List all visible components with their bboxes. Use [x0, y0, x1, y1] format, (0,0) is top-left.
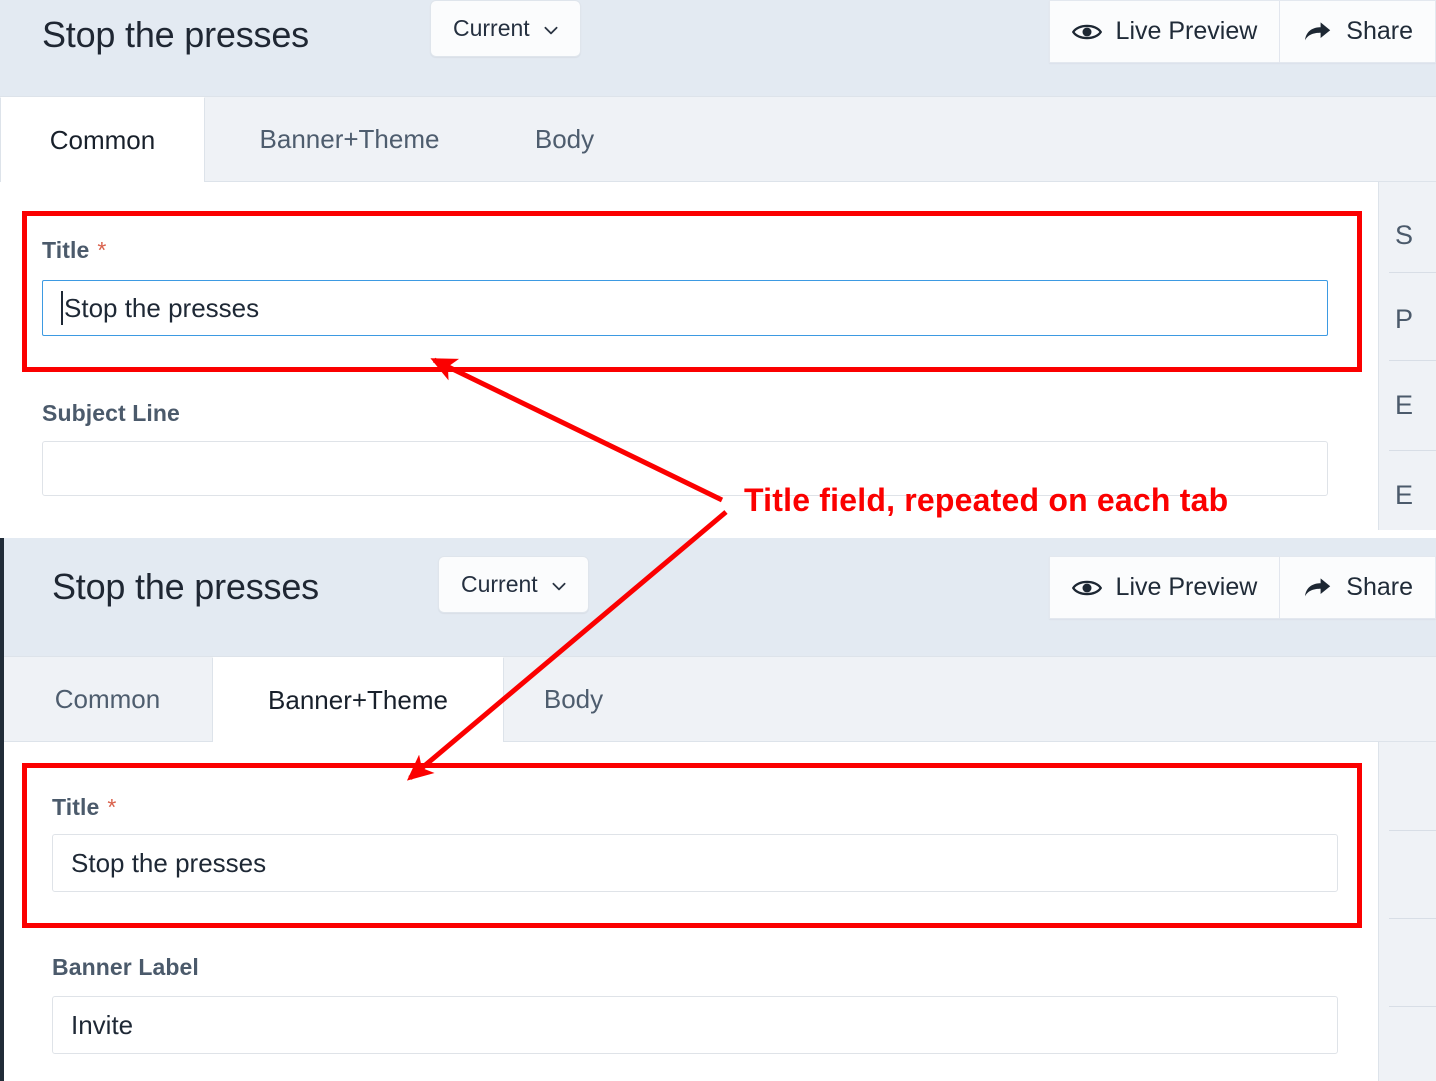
chevron-down-icon-2 — [550, 577, 566, 593]
bottom-panel-right-rail — [1378, 742, 1436, 1081]
live-preview-button[interactable]: Live Preview — [1048, 0, 1281, 63]
rail2-divider-2 — [1389, 1006, 1436, 1007]
tab-common[interactable]: Common — [0, 97, 205, 182]
share-button-2[interactable]: Share — [1280, 556, 1436, 619]
annotation-callout-text: Title field, repeated on each tab — [744, 482, 1229, 518]
field-banner-label-group: Banner Label — [52, 954, 199, 981]
rail2-divider-1 — [1389, 918, 1436, 919]
top-panel-header-actions: Live Preview Share — [1048, 0, 1436, 63]
rail-divider-0 — [1389, 272, 1436, 273]
title-input-value-2: Stop the presses — [71, 847, 267, 878]
title-input-2[interactable]: Stop the presses — [52, 834, 1338, 892]
required-asterisk: * — [97, 237, 107, 263]
bottom-panel-form: Title * Stop the presses Banner Label In… — [4, 742, 1378, 1081]
rail-item-0[interactable]: S — [1395, 220, 1413, 251]
tab-body-label: Body — [534, 123, 595, 154]
field-banner-label: Banner Label — [52, 954, 199, 980]
eye-icon — [1071, 22, 1102, 42]
field-title-label: Title — [42, 237, 90, 263]
page-title: Stop the presses — [42, 14, 309, 55]
version-dropdown[interactable]: Current — [430, 0, 581, 57]
top-panel: Stop the presses Current Live Preview Sh… — [0, 0, 1436, 537]
bottom-panel-header: Stop the presses Current Live Preview Sh… — [4, 538, 1436, 656]
required-asterisk-2: * — [107, 794, 117, 820]
tab-body[interactable]: Body — [495, 97, 635, 181]
tab-banner-theme-label: Banner+Theme — [259, 123, 440, 154]
top-panel-header: Stop the presses Current Live Preview Sh… — [0, 0, 1436, 96]
eye-icon-2 — [1071, 578, 1102, 598]
field-subject-label-group: Subject Line — [42, 400, 180, 427]
version-dropdown-label: Current — [453, 15, 530, 41]
tab-body-label-2: Body — [543, 683, 604, 714]
share-label-2: Share — [1346, 573, 1413, 601]
tab-common-label-2: Common — [54, 683, 161, 714]
screenshot-stage: Stop the presses Current Live Preview Sh… — [0, 0, 1436, 1081]
rail-divider-1 — [1389, 360, 1436, 361]
share-arrow-icon-2 — [1302, 576, 1332, 600]
top-panel-right-rail: S P E E — [1378, 182, 1436, 537]
title-input[interactable]: Stop the presses — [42, 280, 1328, 336]
tab-banner-theme-label-2: Banner+Theme — [268, 684, 448, 715]
bottom-panel-tabstrip: Common Banner+Theme Body — [4, 656, 1436, 742]
field-title-label-2: Title — [52, 794, 100, 820]
field-subject-line-label: Subject Line — [42, 400, 180, 426]
top-panel-tabstrip: Common Banner+Theme Body — [0, 96, 1436, 182]
live-preview-button-2[interactable]: Live Preview — [1048, 556, 1281, 619]
live-preview-label-2: Live Preview — [1115, 573, 1258, 601]
tab-body-2[interactable]: Body — [504, 657, 644, 741]
version-dropdown-label-2: Current — [461, 571, 538, 597]
share-arrow-icon — [1302, 20, 1332, 44]
bottom-panel-header-actions: Live Preview Share — [1048, 556, 1436, 619]
rail-item-3[interactable]: E — [1395, 480, 1413, 511]
banner-label-input[interactable]: Invite — [52, 996, 1338, 1054]
bottom-panel: Stop the presses Current Live Preview Sh… — [0, 538, 1436, 1081]
banner-label-input-value: Invite — [71, 1009, 134, 1040]
version-dropdown-2[interactable]: Current — [438, 556, 589, 613]
rail2-divider-0 — [1389, 830, 1436, 831]
tab-banner-theme-2[interactable]: Banner+Theme — [212, 657, 504, 742]
page-title-2: Stop the presses — [52, 566, 319, 607]
rail-item-1[interactable]: P — [1395, 304, 1413, 335]
field-title-label-group-2: Title * — [52, 794, 116, 821]
tab-common-label: Common — [49, 124, 156, 155]
panel-separator — [0, 530, 1436, 538]
rail-item-2[interactable]: E — [1395, 390, 1413, 421]
rail-divider-2 — [1389, 450, 1436, 451]
tab-banner-theme[interactable]: Banner+Theme — [205, 97, 495, 181]
share-button[interactable]: Share — [1280, 0, 1436, 63]
title-input-value: Stop the presses — [64, 292, 260, 323]
live-preview-label: Live Preview — [1115, 17, 1258, 45]
chevron-down-icon — [542, 21, 558, 37]
tab-common-2[interactable]: Common — [4, 657, 212, 741]
text-caret — [61, 291, 63, 325]
share-label: Share — [1346, 17, 1413, 45]
field-title-label-group: Title * — [42, 237, 106, 264]
